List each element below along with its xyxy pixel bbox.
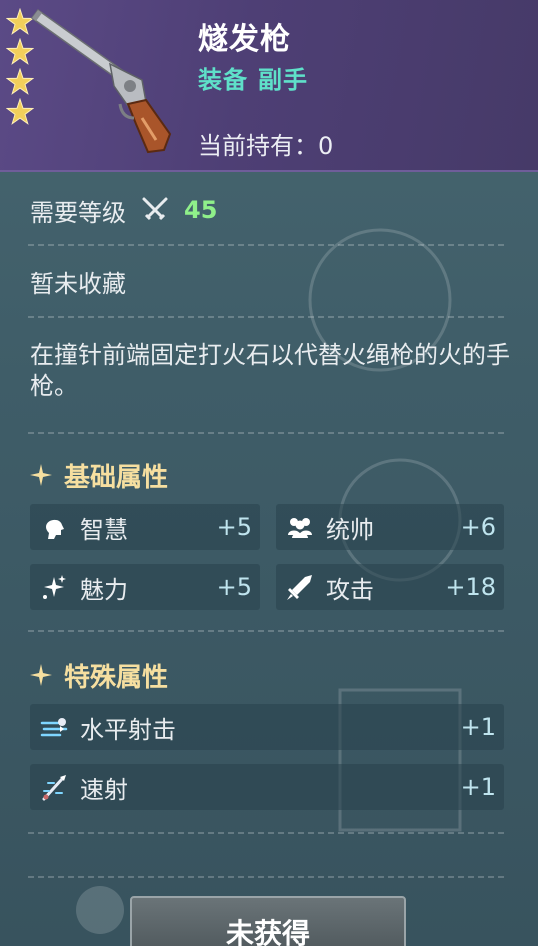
head-icon	[46, 519, 64, 539]
attribute-value: +5	[216, 573, 252, 601]
owned-label: 当前持有：	[198, 132, 318, 160]
item-type: 装备 副手	[198, 60, 308, 95]
divider	[28, 316, 504, 318]
attribute-charm: 魅力 +5	[30, 564, 260, 610]
level-requirement: 需要等级 45	[30, 193, 217, 227]
attribute-label: 统帅	[326, 515, 374, 544]
sparkle-icon	[43, 575, 66, 599]
attribute-label: 速射	[80, 775, 128, 804]
attribute-value: +1	[460, 713, 496, 741]
not-obtained-button[interactable]: 未获得	[130, 896, 406, 946]
sword-icon	[287, 575, 312, 600]
attribute-label: 水平射击	[80, 715, 176, 744]
crossed-swords-icon	[142, 197, 168, 221]
attribute-attack: 攻击 +18	[276, 564, 504, 610]
item-category: 装备	[198, 66, 248, 94]
attribute-label: 攻击	[326, 575, 374, 604]
attribute-value: +1	[460, 773, 496, 801]
item-header: 燧发枪 装备 副手 当前持有：0	[0, 0, 538, 172]
item-description: 在撞针前端固定打火石以代替火绳枪的火的手枪。	[30, 341, 510, 400]
attribute-value: +6	[460, 513, 496, 541]
attribute-rapid-fire: 速射 +1	[30, 764, 504, 810]
horizontal-shot-icon	[40, 718, 68, 737]
attribute-horizontal-shot: 水平射击 +1	[30, 704, 504, 750]
flintlock-pistol-icon	[30, 8, 172, 154]
collection-status: 暂未收藏	[30, 270, 126, 298]
attribute-value: +18	[445, 573, 496, 601]
attribute-wisdom: 智慧 +5	[30, 504, 260, 550]
item-detail-panel: 燧发枪 装备 副手 当前持有：0 需要等级 45 暂未收藏 在撞针前端固定打火石以…	[0, 0, 538, 946]
group-icon	[288, 518, 312, 538]
attribute-label: 智慧	[80, 515, 128, 544]
divider	[28, 630, 504, 632]
divider	[28, 832, 504, 834]
item-name: 燧发枪	[198, 22, 291, 57]
level-requirement-value: 45	[184, 196, 218, 224]
owned-value: 0	[318, 132, 334, 160]
sparkle-icon	[30, 664, 52, 686]
attribute-leadership: 统帅 +6	[276, 504, 504, 550]
level-requirement-label: 需要等级	[30, 198, 126, 227]
attribute-value: +5	[216, 513, 252, 541]
special-attributes-title: 特殊属性	[30, 658, 168, 693]
rapid-fire-icon	[42, 775, 66, 801]
attribute-label: 魅力	[80, 575, 128, 604]
sparkle-icon	[30, 464, 52, 486]
basic-attributes-title: 基础属性	[30, 458, 168, 493]
divider	[28, 432, 504, 434]
item-slot: 副手	[258, 66, 308, 94]
divider	[28, 244, 504, 246]
owned-count: 当前持有：0	[198, 126, 333, 161]
divider	[28, 876, 504, 878]
